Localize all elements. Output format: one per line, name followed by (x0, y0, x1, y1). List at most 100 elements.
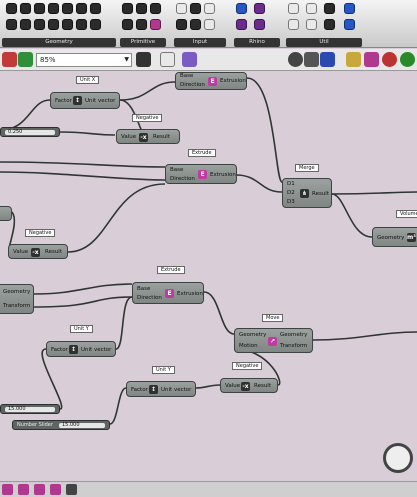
vector-icon[interactable] (20, 19, 31, 30)
unit-vector-output[interactable]: Unit vector (161, 387, 191, 393)
toggle-icon[interactable] (190, 3, 201, 14)
preview-eye-icon[interactable] (160, 52, 175, 67)
gate-icon[interactable] (288, 3, 299, 14)
integer-icon[interactable] (136, 3, 147, 14)
scribble-icon[interactable] (288, 19, 299, 30)
time-icon[interactable] (136, 19, 147, 30)
rhino-object-icon[interactable] (254, 19, 265, 30)
extrude-node[interactable]: Base Direction E Extrusion (175, 72, 247, 90)
transform-output[interactable]: Transform (3, 303, 30, 309)
extrude-node[interactable]: Base Direction E Extrusion (132, 282, 204, 304)
wireframe-preview-icon[interactable] (288, 52, 303, 67)
point-icon[interactable] (6, 19, 17, 30)
rhino-brep-icon[interactable] (254, 3, 265, 14)
record-icon[interactable] (382, 52, 397, 67)
globe-icon[interactable] (344, 3, 355, 14)
widget-icon[interactable] (18, 484, 29, 495)
unit-y-node[interactable]: Factor ↕ Unit vector (46, 341, 116, 357)
result-output[interactable]: Result (153, 134, 170, 140)
volume-node[interactable]: Geometry m³ (372, 227, 417, 247)
field-icon[interactable] (90, 3, 101, 14)
rhino-surface-icon[interactable] (236, 3, 247, 14)
partial-node[interactable] (0, 206, 12, 221)
direction-input[interactable]: Direction (170, 176, 195, 182)
slider-icon[interactable] (176, 19, 187, 30)
circle-icon[interactable] (6, 3, 17, 14)
number-slider[interactable]: 0.250 (0, 127, 60, 137)
surface-icon[interactable] (48, 3, 59, 14)
arc-icon[interactable] (76, 19, 87, 30)
factor-input[interactable]: Factor (131, 387, 148, 393)
box-icon[interactable] (62, 19, 73, 30)
render-icon[interactable] (364, 52, 379, 67)
flask-icon[interactable] (344, 19, 355, 30)
transform-output[interactable]: Transform (280, 343, 307, 349)
line-icon[interactable] (48, 19, 59, 30)
download-icon[interactable] (66, 484, 77, 495)
move-node[interactable]: Geometry Motion ↗ Geometry Transform (234, 328, 313, 353)
number-icon[interactable] (150, 3, 161, 14)
d1-input[interactable]: D1 (287, 181, 295, 187)
mesh-icon[interactable] (76, 3, 87, 14)
motion-input[interactable]: Motion (239, 343, 258, 349)
extrusion-output[interactable]: Extrusion (210, 172, 236, 178)
shaded-preview-icon[interactable] (304, 52, 319, 67)
extrude-node[interactable]: Base Direction E Extrusion (165, 164, 237, 184)
direction-input[interactable]: Direction (180, 82, 205, 88)
value-input[interactable]: Value (13, 249, 28, 255)
d3-input[interactable]: D3 (287, 199, 295, 205)
panel-icon[interactable] (204, 3, 215, 14)
rhino-mesh-icon[interactable] (236, 19, 247, 30)
negative-node[interactable]: Value -x Result (220, 378, 278, 393)
geometry-input[interactable]: Geometry (377, 235, 404, 241)
rhino-group-label[interactable]: Rhino (234, 38, 280, 47)
value-input[interactable]: Value (121, 134, 136, 140)
widget-icon[interactable] (50, 484, 61, 495)
graph-icon[interactable] (204, 19, 215, 30)
open-file-icon[interactable] (2, 52, 17, 67)
unit-y-node[interactable]: Factor ↕ Unit vector (126, 381, 196, 397)
zoom-dropdown[interactable]: 85% ▼ (36, 53, 132, 67)
unit-vector-output[interactable]: Unit vector (81, 347, 111, 353)
widget-icon[interactable] (34, 484, 45, 495)
text-icon[interactable] (150, 19, 161, 30)
brep-icon[interactable] (62, 3, 73, 14)
button-icon[interactable] (176, 3, 187, 14)
direction-input[interactable]: Direction (137, 295, 162, 301)
merge-node[interactable]: D1 D2 D3 ⋔ Result (282, 178, 332, 208)
curve-icon[interactable] (34, 3, 45, 14)
bake-icon[interactable] (346, 52, 361, 67)
extrusion-output[interactable]: Extrusion (220, 78, 246, 84)
result-output[interactable]: Result (45, 249, 62, 255)
plane-icon[interactable] (34, 19, 45, 30)
number-slider[interactable]: 15.000 (0, 404, 60, 414)
domain-icon[interactable] (122, 19, 133, 30)
geometry-output[interactable]: Geometry (280, 332, 307, 338)
negative-node[interactable]: Value -x Result (116, 129, 180, 144)
negative-node[interactable]: Value -x Result (8, 244, 68, 259)
number-slider[interactable]: Number Slider 15.000 (12, 420, 110, 430)
base-input[interactable]: Base (180, 73, 193, 79)
geometry-input[interactable]: Geometry (239, 332, 266, 338)
knob-icon[interactable] (190, 19, 201, 30)
util-group-label[interactable]: Util (286, 38, 362, 47)
boolean-icon[interactable] (122, 3, 133, 14)
unit-vector-output[interactable]: Unit vector (85, 98, 115, 104)
geometry-output[interactable]: Geometry (3, 289, 30, 295)
input-group-label[interactable]: Input (174, 38, 226, 47)
result-output[interactable]: Result (254, 383, 271, 389)
base-input[interactable]: Base (137, 286, 150, 292)
unit-x-node[interactable]: Factor ↕ Unit vector (50, 92, 120, 109)
transform-node[interactable]: Geometry Transform (0, 284, 34, 314)
zoom-extents-icon[interactable] (136, 52, 151, 67)
value-input[interactable]: Value (225, 383, 240, 389)
d2-input[interactable]: D2 (287, 190, 295, 196)
circle-icon[interactable] (20, 3, 31, 14)
save-file-icon[interactable] (18, 52, 33, 67)
cluster-icon[interactable] (324, 19, 335, 30)
primitive-group-label[interactable]: Primitive (120, 38, 166, 47)
factor-input[interactable]: Factor (51, 347, 68, 353)
arrow-right-icon[interactable] (306, 3, 317, 14)
widget-icon[interactable] (2, 484, 13, 495)
dot-icon[interactable] (324, 3, 335, 14)
